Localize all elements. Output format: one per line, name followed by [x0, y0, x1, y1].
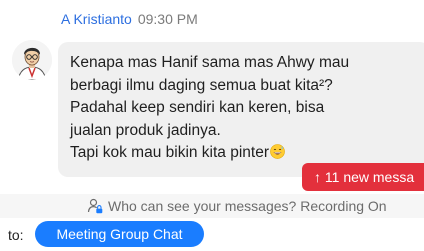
message-line-last: Tapi kok mau bikin kita pinter	[70, 142, 420, 165]
message-line: Kenapa mas Hanif sama mas Ahwy mau	[70, 54, 350, 71]
person-lock-icon	[87, 198, 103, 214]
chat-panel: A Kristianto 09:30 PM Kenapa mas Hanif sa…	[0, 0, 424, 251]
sender-name[interactable]: A Kristianto	[61, 11, 132, 27]
avatar-illustration	[12, 40, 52, 80]
grinning-sweat-face-emoji-icon	[270, 144, 285, 159]
message-header: A Kristianto 09:30 PM	[61, 11, 198, 27]
new-messages-button[interactable]: ↑ 11 new messa	[302, 163, 424, 191]
recipient-select[interactable]: Meeting Group Chat	[35, 221, 204, 247]
message-line: berbagi ilmu daging semua buat kita²?	[70, 76, 333, 94]
to-label: to:	[8, 227, 24, 243]
privacy-notice-bar: Who can see your messages? Recording On	[0, 194, 424, 218]
privacy-text: Who can see your messages? Recording On	[108, 198, 387, 214]
message-line: Padahal keep sendiri kan keren, bisa	[70, 99, 325, 116]
avatar[interactable]	[12, 40, 52, 80]
privacy-notice-link[interactable]: Who can see your messages? Recording On	[87, 197, 387, 215]
message-line: jualan produk jadinya.	[70, 121, 221, 139]
message-bubble[interactable]: Kenapa mas Hanif sama mas Ahwy mau berba…	[58, 42, 424, 177]
message-line: Tapi kok mau bikin kita pinter	[70, 144, 270, 161]
message-text: Kenapa mas Hanif sama mas Ahwy mau berba…	[70, 52, 420, 165]
message-time: 09:30 PM	[137, 11, 198, 27]
